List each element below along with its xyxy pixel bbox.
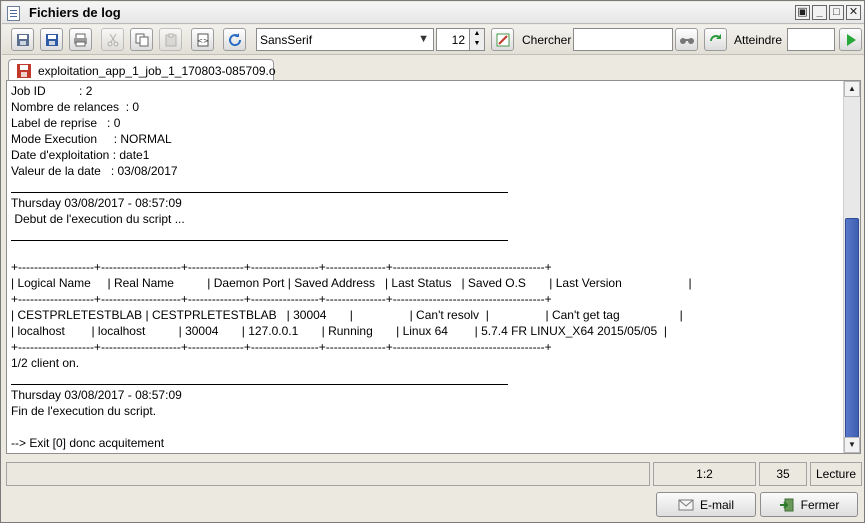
log-line: Valeur de la date : 03/08/2017 (11, 164, 178, 178)
log-line: Debut de l'execution du script ... (11, 212, 185, 226)
log-line: Thursday 03/08/2017 - 08:57:09 (11, 196, 182, 210)
save-as-icon (45, 33, 58, 46)
log-line: | localhost | localhost | 30004 | 127.0.… (11, 324, 667, 338)
find-button[interactable] (675, 28, 698, 51)
separator-line (11, 192, 508, 193)
document-code-icon: <> (197, 33, 209, 46)
log-text: Job ID : 2 Nombre de relances : 0 Label … (11, 83, 841, 451)
log-line: | Logical Name | Real Name | Daemon Port… (11, 276, 692, 290)
find-next-button[interactable] (704, 28, 727, 51)
email-button[interactable]: E-mail (656, 492, 756, 517)
scroll-up-icon[interactable]: ▲ (844, 81, 860, 97)
print-button[interactable] (69, 28, 92, 51)
envelope-icon (678, 499, 694, 510)
spinner-arrows-icon[interactable]: ▲ ▼ (469, 29, 484, 50)
log-line: Label de reprise : 0 (11, 116, 121, 130)
line-count: 35 (759, 462, 807, 486)
log-line: Mode Execution : NORMAL (11, 132, 172, 146)
cut-icon (107, 33, 118, 46)
play-icon (846, 33, 856, 46)
scroll-down-icon[interactable]: ▼ (844, 437, 860, 453)
log-viewer-window: Fichiers de log ▣ _ □ ✕ <> SansSerif ▼ 1… (0, 0, 865, 523)
separator-line (11, 384, 508, 385)
search-input[interactable] (573, 28, 673, 51)
toolbar: <> SansSerif ▼ 12 ▲ ▼ Chercher Atteindre (2, 25, 864, 55)
separator-line (11, 240, 508, 241)
log-line: +-------------------+-------------------… (11, 260, 552, 274)
goto-button[interactable] (839, 28, 862, 51)
pencil-icon (496, 33, 509, 46)
cut-button[interactable] (101, 28, 124, 51)
tab-strip: exploitation_app_1_job_1_170803-085709.o (2, 56, 864, 81)
close-button-label: Fermer (800, 497, 840, 512)
log-line: Thursday 03/08/2017 - 08:57:09 (11, 388, 182, 402)
log-line: Job ID : 2 (11, 84, 93, 98)
email-button-label: E-mail (699, 497, 734, 512)
save-icon (16, 33, 29, 46)
save-as-button[interactable] (40, 28, 63, 51)
log-line: Nombre de relances : 0 (11, 100, 140, 114)
paste-icon (165, 33, 176, 46)
title-bar: Fichiers de log ▣ _ □ ✕ (2, 2, 864, 24)
tab-log-file[interactable]: exploitation_app_1_job_1_170803-085709.o (8, 59, 276, 81)
save-button[interactable] (11, 28, 34, 51)
restore-icon[interactable]: ▣ (795, 5, 810, 20)
log-line: 1/2 client on. (11, 356, 80, 370)
cursor-position: 1:2 (653, 462, 756, 486)
vertical-scrollbar[interactable]: ▲ ▼ (843, 81, 860, 453)
copy-icon (135, 33, 148, 46)
font-size-spinner[interactable]: 12 ▲ ▼ (436, 28, 485, 51)
tab-label: exploitation_app_1_job_1_170803-085709.o (38, 64, 276, 78)
close-button[interactable]: Fermer (760, 492, 858, 517)
window-controls: ▣ _ □ ✕ (795, 5, 861, 20)
mode-indicator: Lecture (810, 462, 862, 486)
svg-text:<>: <> (197, 37, 209, 45)
copy-button[interactable] (130, 28, 153, 51)
maximize-icon[interactable]: □ (829, 5, 844, 20)
log-line: --> Exit [0] donc acquitement (11, 436, 165, 450)
log-line: +-------------------+-------------------… (11, 340, 552, 354)
chevron-down-icon: ▼ (418, 33, 429, 45)
log-line: Date d'exploitation : date1 (11, 148, 150, 162)
goto-label: Atteindre (734, 33, 783, 47)
goto-line-input[interactable] (787, 28, 835, 51)
search-label: Chercher (522, 33, 572, 47)
log-line: | CESTPRLETESTBLAB | CESTPRLETESTBLAB | … (11, 308, 683, 322)
status-bar: 1:2 35 Lecture (2, 460, 864, 487)
window-title: Fichiers de log (29, 5, 121, 20)
scrollbar-thumb[interactable] (845, 218, 859, 438)
refresh-button[interactable] (223, 28, 246, 51)
minimize-icon[interactable]: _ (812, 5, 827, 20)
status-message (6, 462, 650, 486)
print-icon (74, 33, 87, 46)
close-icon[interactable]: ✕ (846, 5, 861, 20)
edit-button[interactable] (491, 28, 514, 51)
log-line: +-------------------+-------------------… (11, 292, 552, 306)
exit-door-icon (779, 498, 794, 511)
find-next-icon (709, 33, 721, 41)
view-source-button[interactable]: <> (191, 28, 214, 51)
paste-button[interactable] (159, 28, 182, 51)
refresh-icon (228, 32, 241, 46)
log-line: Fin de l'execution du script. (11, 404, 157, 418)
font-family-select[interactable]: SansSerif ▼ (256, 28, 434, 51)
binoculars-icon (679, 37, 694, 44)
document-icon (7, 6, 20, 21)
log-file-icon (17, 64, 31, 78)
log-content-area[interactable]: Job ID : 2 Nombre de relances : 0 Label … (6, 80, 861, 454)
